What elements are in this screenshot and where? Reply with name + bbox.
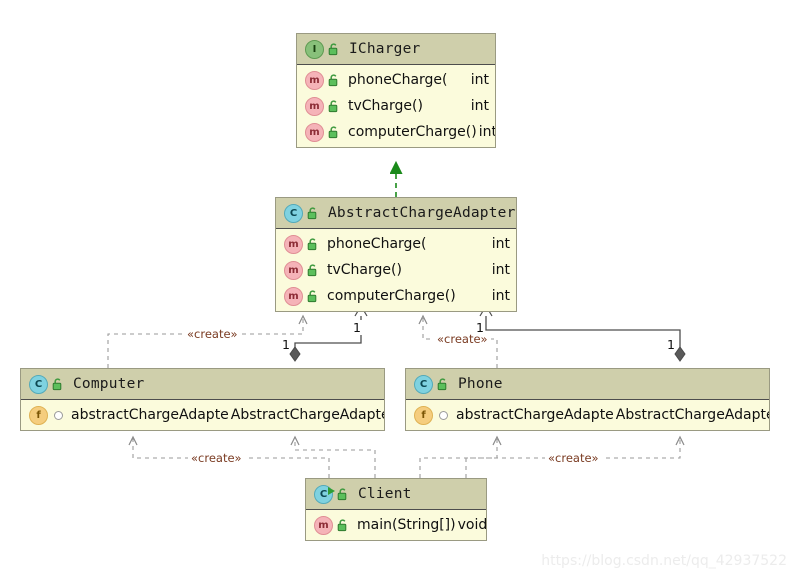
- method-icon: m: [305, 96, 324, 116]
- member-type: int: [470, 72, 489, 88]
- class-box-icharger[interactable]: I ICharger m phoneCharge( int m tvCharge…: [296, 33, 496, 148]
- class-name-icharger: ICharger: [349, 41, 421, 57]
- edge-label-create-right-bottom: «create»: [545, 451, 602, 465]
- member-name: computerCharge(): [327, 288, 456, 304]
- member-name: tvCharge(): [327, 262, 402, 278]
- edge-dependency-client-to-computer: [290, 435, 376, 478]
- unlock-icon: [328, 42, 340, 56]
- class-header-phone: C Phone: [406, 369, 769, 400]
- class-header-computer: C Computer: [21, 369, 384, 400]
- runnable-class-icon: C: [314, 484, 335, 504]
- member-row[interactable]: f abstractChargeAdapte AbstractChargeAda…: [21, 402, 384, 428]
- member-row[interactable]: f abstractChargeAdapte AbstractChargeAda…: [406, 402, 769, 428]
- method-icon: m: [305, 70, 324, 90]
- class-box-client[interactable]: C Client m main(String[]) void: [305, 478, 487, 541]
- unlock-icon: [307, 289, 319, 303]
- diagram-canvas: AbstractChargeAdapter (dashed, left) -->…: [0, 0, 795, 575]
- member-type: int: [478, 124, 496, 140]
- field-icon: f: [414, 405, 433, 425]
- member-type: int: [470, 98, 489, 114]
- class-header-client: C Client: [306, 479, 486, 510]
- multiplicity-left-inner: 1: [352, 320, 362, 335]
- class-header-abstractchargeadapter: C AbstractChargeAdapter: [276, 198, 516, 229]
- member-row[interactable]: m phoneCharge( int: [276, 231, 516, 257]
- watermark-text: https://blog.csdn.net/qq_42937522: [541, 553, 787, 569]
- class-name-client: Client: [358, 486, 412, 502]
- method-icon: m: [314, 515, 333, 535]
- edge-create-computer-to-adapter: [107, 314, 308, 368]
- field-icon: f: [29, 405, 48, 425]
- member-name: computerCharge(): [348, 124, 477, 140]
- unlock-icon: [307, 263, 319, 277]
- edge-dependency-client-to-phone: [419, 435, 502, 478]
- package-private-icon: [54, 410, 63, 420]
- interface-icon: I: [305, 39, 324, 59]
- class-icon: C: [414, 374, 433, 394]
- member-name: abstractChargeAdapte: [71, 407, 229, 423]
- class-header-icharger: I ICharger: [297, 34, 495, 65]
- member-row[interactable]: m computerCharge() int: [297, 119, 495, 145]
- method-icon: m: [284, 286, 303, 306]
- class-name-phone: Phone: [458, 376, 503, 392]
- method-icon: m: [284, 260, 303, 280]
- edge-label-create-left-top: «create»: [184, 327, 241, 341]
- class-members-computer: f abstractChargeAdapte AbstractChargeAda…: [21, 400, 384, 430]
- class-icon: C: [29, 374, 48, 394]
- member-row[interactable]: m phoneCharge( int: [297, 67, 495, 93]
- member-row[interactable]: m tvCharge() int: [276, 257, 516, 283]
- member-type: int: [491, 288, 510, 304]
- multiplicity-left-outer: 1: [281, 337, 291, 352]
- unlock-icon: [337, 487, 349, 501]
- edge-composition-phone-to-adapter: [479, 304, 686, 362]
- member-type: AbstractChargeAdapter: [615, 407, 770, 423]
- edge-label-create-left-bottom: «create»: [188, 451, 245, 465]
- unlock-icon: [437, 377, 449, 391]
- unlock-icon: [307, 206, 319, 220]
- member-type: void: [457, 517, 487, 533]
- class-box-phone[interactable]: C Phone f abstractChargeAdapte AbstractC…: [405, 368, 770, 431]
- unlock-icon: [328, 99, 340, 113]
- class-members-client: m main(String[]) void: [306, 510, 486, 540]
- unlock-icon: [328, 125, 340, 139]
- method-icon: m: [284, 234, 303, 254]
- member-name: phoneCharge(: [348, 72, 448, 88]
- class-members-icharger: m phoneCharge( int m tvCharge() int m co…: [297, 65, 495, 147]
- member-type: int: [491, 262, 510, 278]
- class-members-abstractchargeadapter: m phoneCharge( int m tvCharge() int m co…: [276, 229, 516, 311]
- unlock-icon: [328, 73, 340, 87]
- member-name: abstractChargeAdapte: [456, 407, 614, 423]
- method-icon: m: [305, 122, 324, 142]
- member-name: main(String[]): [357, 517, 456, 533]
- member-type: int: [491, 236, 510, 252]
- multiplicity-right-outer: 1: [666, 337, 676, 352]
- unlock-icon: [337, 518, 349, 532]
- class-icon: C: [284, 203, 303, 223]
- unlock-icon: [307, 237, 319, 251]
- unlock-icon: [52, 377, 64, 391]
- member-name: phoneCharge(: [327, 236, 427, 252]
- class-box-computer[interactable]: C Computer f abstractChargeAdapte Abstra…: [20, 368, 385, 431]
- member-type: AbstractChargeAdapter: [230, 407, 385, 423]
- member-name: tvCharge(): [348, 98, 423, 114]
- multiplicity-right-inner: 1: [475, 320, 485, 335]
- member-row[interactable]: m computerCharge() int: [276, 283, 516, 309]
- class-name-computer: Computer: [73, 376, 145, 392]
- class-members-phone: f abstractChargeAdapte AbstractChargeAda…: [406, 400, 769, 430]
- member-row[interactable]: m tvCharge() int: [297, 93, 495, 119]
- package-private-icon: [439, 410, 448, 420]
- member-row[interactable]: m main(String[]) void: [306, 512, 486, 538]
- class-name-abstractchargeadapter: AbstractChargeAdapter: [328, 205, 516, 221]
- class-box-abstractchargeadapter[interactable]: C AbstractChargeAdapter m phoneCharge(i…: [275, 197, 517, 312]
